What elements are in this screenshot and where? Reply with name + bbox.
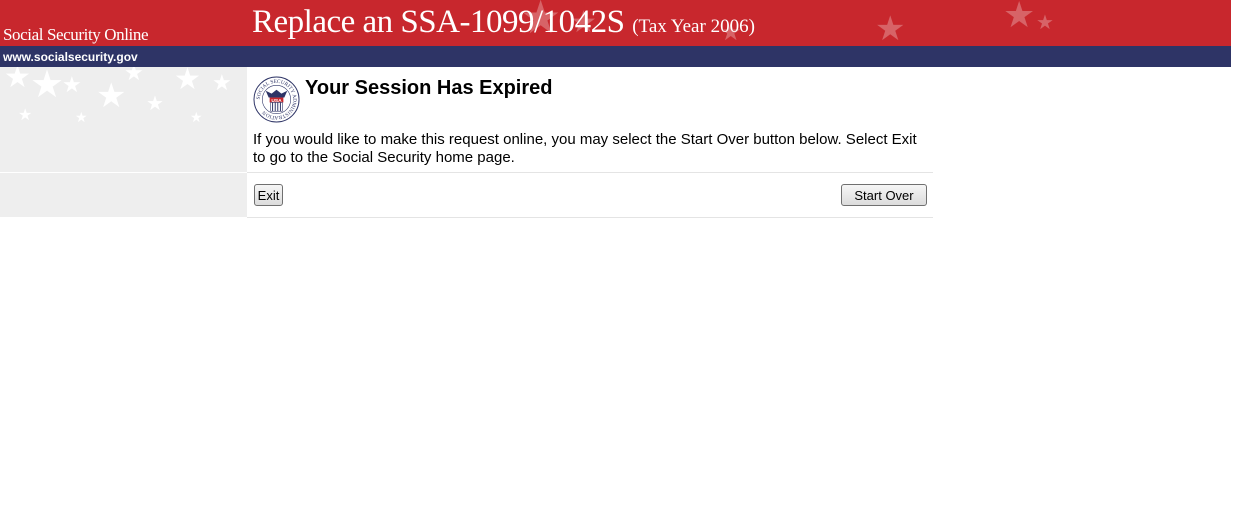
star-icon: ★ — [124, 67, 144, 86]
divider — [247, 172, 933, 173]
left-lower-panel — [0, 173, 247, 217]
star-icon: ★ — [30, 67, 65, 106]
star-icon: ★ — [96, 76, 127, 116]
star-icon: ★ — [212, 71, 232, 96]
star-icon: ★ — [4, 67, 31, 95]
star-icon: ★ — [875, 9, 906, 46]
site-name: Social Security Online — [3, 25, 149, 44]
exit-button[interactable]: Exit — [254, 184, 283, 206]
star-icon: ★ — [1036, 10, 1054, 34]
ssa-seal-logo: SOCIAL SECURITY ADMINISTRATION USA — [253, 76, 300, 123]
header-banner: ★ ★ ★ ★ ★ ★ Social Security Online Repla… — [0, 0, 1231, 46]
site-url-link[interactable]: www.socialsecurity.gov — [3, 50, 138, 64]
left-decorative-panel: ★ ★ ★ ★ ★ ★ ★ ★ ★ ★ ★ — [0, 67, 247, 172]
star-icon: ★ — [190, 110, 203, 126]
star-icon: ★ — [62, 73, 82, 98]
divider — [247, 217, 933, 218]
star-icon: ★ — [1003, 0, 1036, 36]
star-icon: ★ — [18, 105, 33, 124]
url-bar: www.socialsecurity.gov — [0, 46, 1231, 67]
star-icon: ★ — [75, 110, 88, 126]
start-over-button[interactable]: Start Over — [841, 184, 927, 206]
tax-year-label: (Tax Year 2006) — [632, 16, 755, 37]
session-expired-message: If you would like to make this request o… — [253, 131, 917, 166]
star-icon: ★ — [146, 91, 164, 115]
page-title-main: Replace an SSA-1099/1042S — [252, 4, 625, 40]
session-expired-heading: Your Session Has Expired — [305, 77, 553, 99]
page-title: Replace an SSA-1099/1042S (Tax Year 2006… — [252, 4, 755, 41]
star-icon: ★ — [174, 67, 201, 97]
